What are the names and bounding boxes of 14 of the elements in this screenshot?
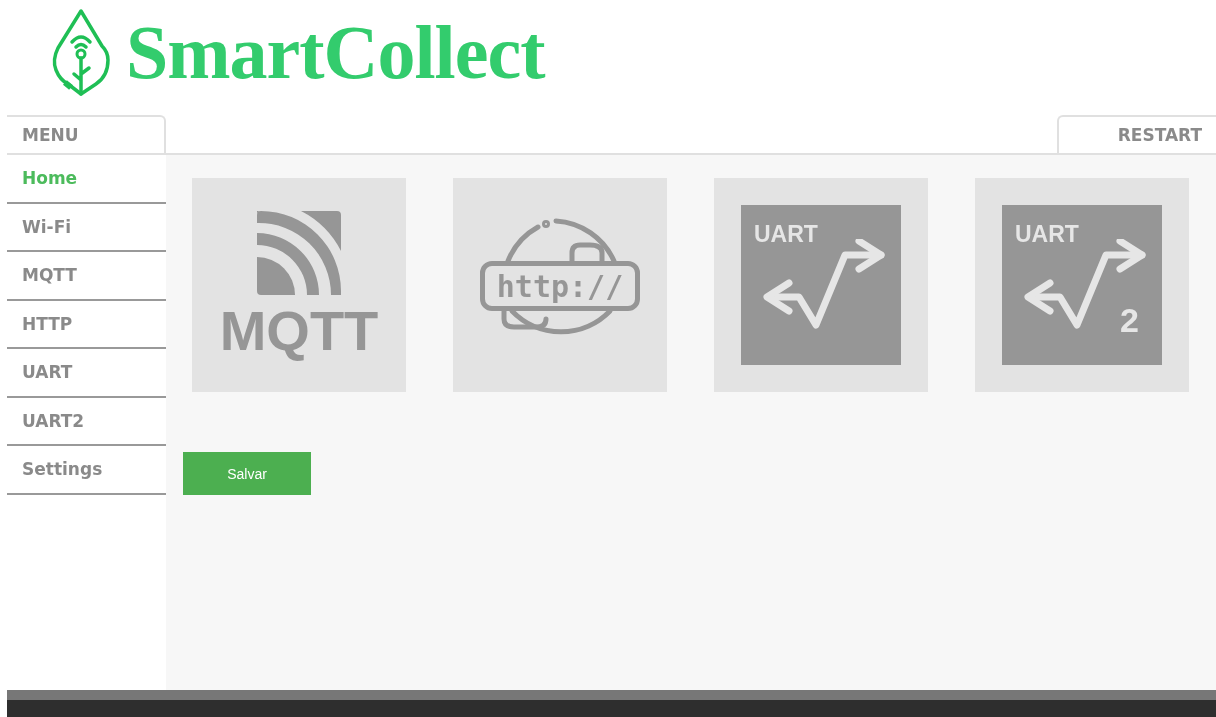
uart-logo-text: UART [1015,221,1079,248]
brand-title: SmartCollect [126,9,545,96]
save-button[interactable]: Salvar [183,452,311,495]
tile-card[interactable]: MQTT [192,178,406,392]
uart-index-text: 2 [1120,301,1139,340]
signal-arcs-icon [257,211,341,295]
tile-card[interactable]: UART 2 [975,178,1189,392]
restart-tab[interactable]: RESTART [1057,115,1216,153]
mqtt-logo-text: MQTT [219,303,379,359]
http-label: http:// [480,261,640,311]
tile-card[interactable]: UART [714,178,928,392]
tile-card[interactable]: http:// [453,178,667,392]
leaf-plug-icon [50,7,112,98]
uart-logo-text: UART [754,221,818,248]
